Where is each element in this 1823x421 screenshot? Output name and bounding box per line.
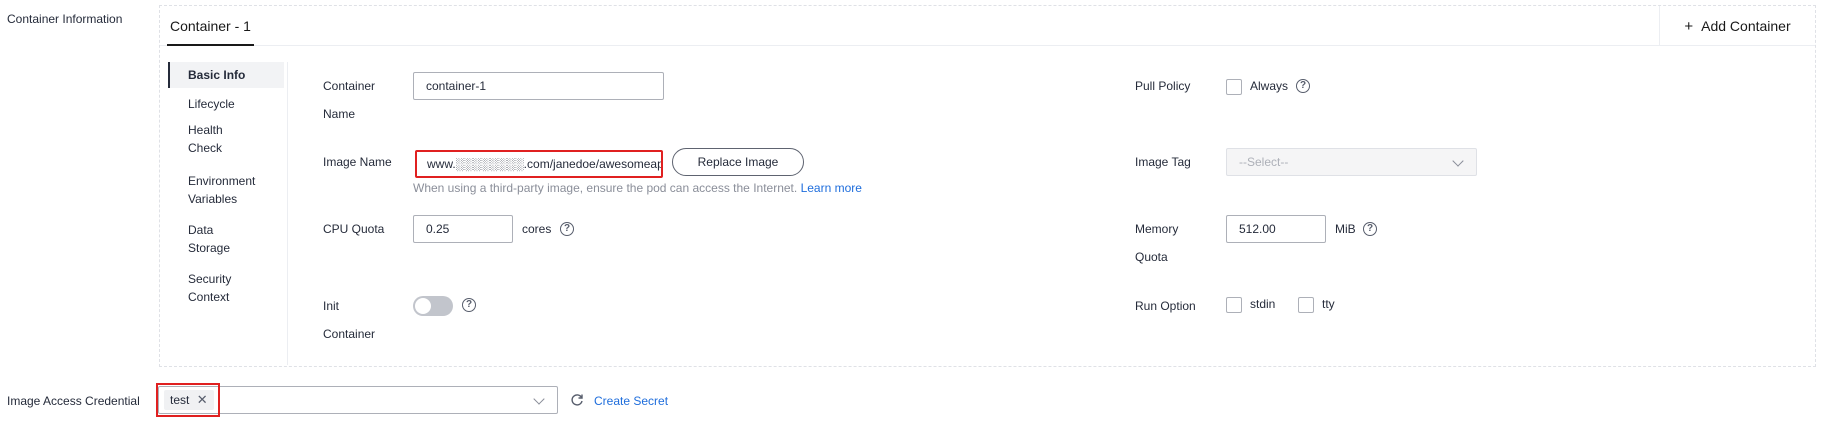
cpu-quota-input[interactable]: 0.25 xyxy=(413,215,513,243)
stdin-checkbox[interactable] xyxy=(1226,297,1242,313)
tty-checkbox[interactable] xyxy=(1298,297,1314,313)
tab-container-1[interactable]: Container - 1 xyxy=(167,6,254,46)
chevron-down-icon xyxy=(1452,155,1464,167)
image-tag-placeholder: --Select-- xyxy=(1239,155,1289,169)
memory-quota-help-icon[interactable]: ? xyxy=(1363,222,1377,236)
nav-item-basic-info[interactable]: Basic Info xyxy=(168,62,284,88)
credential-tag: test ✕ xyxy=(164,390,214,410)
create-secret-link[interactable]: Create Secret xyxy=(594,388,668,414)
credential-tag-label: test xyxy=(170,393,190,407)
container-tab-bar: Container - 1 + Add Container xyxy=(160,6,1815,46)
pull-policy-always-checkbox[interactable] xyxy=(1226,79,1242,95)
container-sidenav: Basic Info Lifecycle Health Check Enviro… xyxy=(168,62,288,365)
nav-item-lifecycle[interactable]: Lifecycle xyxy=(168,95,284,113)
pull-policy-help-icon[interactable]: ? xyxy=(1296,79,1310,93)
replace-image-button[interactable]: Replace Image xyxy=(672,148,804,176)
nav-item-environment-variables[interactable]: Environment Variables xyxy=(168,172,280,208)
container-name-input[interactable]: container-1 xyxy=(413,72,664,100)
nav-item-health-check[interactable]: Health Check xyxy=(168,121,258,157)
pull-policy-label: Pull Policy xyxy=(1135,79,1191,93)
image-hint-text: When using a third-party image, ensure t… xyxy=(413,181,798,195)
init-container-switch[interactable] xyxy=(413,296,453,316)
close-icon[interactable]: ✕ xyxy=(197,392,208,407)
memory-quota-unit: MiB xyxy=(1335,222,1356,236)
cpu-quota-unit: cores xyxy=(522,222,552,236)
container-panel xyxy=(159,5,1816,367)
section-label-container-information: Container Information xyxy=(7,12,123,26)
nav-item-data-storage[interactable]: Data Storage xyxy=(168,221,258,257)
image-name-input[interactable]: www.░░░░░░░░.com/janedoe/awesomeap xyxy=(415,150,663,178)
add-container-label: Add Container xyxy=(1701,18,1791,34)
memory-quota-input[interactable]: 512.00 xyxy=(1226,215,1326,243)
memory-quota-label: Memory Quota xyxy=(1135,222,1179,264)
image-access-credential-label: Image Access Credential xyxy=(7,394,140,408)
credential-tag-highlight: test ✕ xyxy=(156,383,220,417)
add-container-button[interactable]: + Add Container xyxy=(1659,6,1815,46)
init-container-label: Init Container xyxy=(323,299,376,341)
image-tag-select: --Select-- xyxy=(1226,148,1477,176)
cpu-quota-label: CPU Quota xyxy=(323,222,385,236)
image-hint: When using a third-party image, ensure t… xyxy=(413,180,862,196)
switch-knob xyxy=(415,298,431,314)
learn-more-link[interactable]: Learn more xyxy=(801,181,862,195)
container-name-label: Container Name xyxy=(323,79,376,121)
pull-policy-always-label: Always xyxy=(1250,79,1289,93)
image-tag-label: Image Tag xyxy=(1135,155,1191,169)
cpu-quota-help-icon[interactable]: ? xyxy=(560,222,574,236)
run-option-label: Run Option xyxy=(1135,299,1196,313)
init-container-help-icon[interactable]: ? xyxy=(462,298,476,312)
refresh-icon[interactable] xyxy=(570,393,584,407)
plus-icon: + xyxy=(1684,18,1694,35)
image-name-label: Image Name xyxy=(323,155,392,169)
chevron-down-icon xyxy=(533,393,545,405)
nav-item-security-context[interactable]: Security Context xyxy=(168,270,258,306)
stdin-label: stdin xyxy=(1250,297,1276,311)
tty-label: tty xyxy=(1322,297,1335,311)
